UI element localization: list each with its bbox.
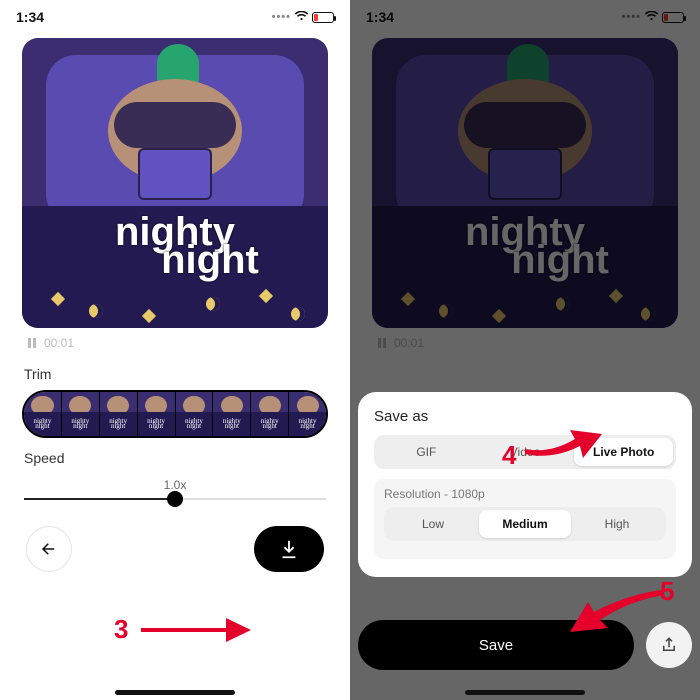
arrow-step-4 bbox=[520, 424, 610, 465]
format-option-gif[interactable]: GIF bbox=[377, 438, 476, 466]
pause-icon[interactable] bbox=[28, 338, 36, 348]
quality-segmented: LowMediumHigh bbox=[384, 507, 666, 541]
quality-option-high[interactable]: High bbox=[571, 510, 663, 538]
phone-screen-edit: 1:34 •••• bbox=[0, 0, 350, 700]
save-sheet-title: Save as bbox=[374, 408, 676, 425]
gif-preview[interactable]: nightynight bbox=[22, 38, 328, 328]
cellular-icon: •••• bbox=[272, 11, 291, 23]
save-button-label: Save bbox=[479, 637, 513, 654]
speed-slider[interactable] bbox=[24, 498, 326, 500]
trim-frame[interactable]: nightynight bbox=[289, 392, 326, 436]
trim-strip[interactable]: nightynightnightynightnightynightnightyn… bbox=[22, 390, 328, 438]
save-sheet: Save as GIFVideoLive Photo Resolution - … bbox=[358, 392, 692, 577]
wifi-icon bbox=[294, 9, 309, 25]
step-3: 3 bbox=[114, 614, 128, 645]
timecode: 00:01 bbox=[44, 336, 74, 350]
trim-frame[interactable]: nightynight bbox=[176, 392, 214, 436]
play-bar: 00:01 bbox=[0, 328, 350, 358]
arrow-step-3 bbox=[136, 608, 256, 653]
status-bar: 1:34 •••• bbox=[0, 0, 350, 34]
step-4: 4 bbox=[502, 440, 516, 471]
back-button[interactable] bbox=[26, 526, 72, 572]
gif-caption: nightynight bbox=[22, 216, 328, 276]
trim-frame[interactable]: nightynight bbox=[62, 392, 100, 436]
trim-frame[interactable]: nightynight bbox=[251, 392, 289, 436]
quality-option-medium[interactable]: Medium bbox=[479, 510, 571, 538]
trim-label: Trim bbox=[0, 358, 350, 386]
resolution-label: Resolution - 1080p bbox=[384, 487, 666, 501]
download-button[interactable] bbox=[254, 526, 324, 572]
speed-label: Speed bbox=[0, 442, 350, 470]
home-indicator[interactable] bbox=[465, 690, 585, 695]
slider-knob[interactable] bbox=[167, 491, 183, 507]
quality-option-low[interactable]: Low bbox=[387, 510, 479, 538]
trim-frame[interactable]: nightynight bbox=[100, 392, 138, 436]
arrow-step-5 bbox=[560, 590, 670, 645]
status-time: 1:34 bbox=[16, 9, 44, 25]
trim-frame[interactable]: nightynight bbox=[24, 392, 62, 436]
trim-frame[interactable]: nightynight bbox=[138, 392, 176, 436]
battery-low-icon bbox=[312, 12, 334, 23]
speed-value: 1.0x bbox=[24, 478, 326, 492]
trim-frame[interactable]: nightynight bbox=[213, 392, 251, 436]
home-indicator[interactable] bbox=[115, 690, 235, 695]
